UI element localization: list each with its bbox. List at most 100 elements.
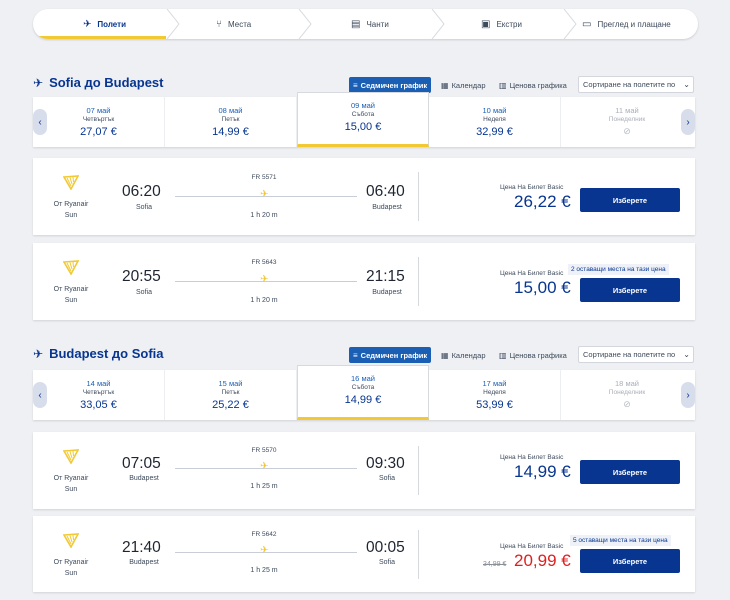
select-flight-button[interactable]: Изберете <box>580 549 680 573</box>
date-label: 09 май <box>351 101 375 110</box>
section-title-text: Budapest до Sofia <box>49 346 164 361</box>
arrival-time: 06:40 <box>366 183 405 200</box>
step-label: Чанти <box>366 19 389 29</box>
weekday-label: Събота <box>351 111 375 118</box>
prev-dates-button[interactable]: ‹ <box>33 382 47 408</box>
ryanair-harp-icon <box>63 260 79 275</box>
sort-select[interactable]: Сортиране на полетите по ⌄ <box>578 346 694 363</box>
departure-city: Sofia <box>136 289 152 296</box>
flight-card: От Ryanair Sun 20:55 Sofia FR 5643 ✈ 1 h… <box>33 243 695 320</box>
arrival-city: Budapest <box>372 289 402 296</box>
section-title-text: Sofia до Budapest <box>49 75 164 90</box>
date-option[interactable]: 17 май Неделя 53,99 € <box>429 370 561 420</box>
price-chart-view-button[interactable]: ▥ Ценова графика <box>495 77 571 93</box>
view-label: Седмичен график <box>360 80 428 90</box>
calendar-icon: ▦ <box>441 350 449 360</box>
step-bags[interactable]: ▤ Чанти <box>351 9 389 39</box>
view-label: Седмичен график <box>360 350 428 360</box>
sort-select[interactable]: Сортиране на полетите по ⌄ <box>578 76 694 93</box>
select-flight-button[interactable]: Изберете <box>580 460 680 484</box>
plane-landing-icon: ✈ <box>33 346 44 361</box>
step-extras[interactable]: ▣ Екстри <box>481 9 522 39</box>
date-price: 14,99 € <box>344 394 382 406</box>
departure-city: Budapest <box>129 475 159 482</box>
departure-city: Sofia <box>136 204 152 211</box>
date-label: 10 май <box>482 106 507 115</box>
outbound-title: ✈ Sofia до Budapest <box>33 75 164 90</box>
arrival-city: Sofia <box>379 475 395 482</box>
flight-card: От Ryanair Sun 07:05 Budapest FR 5570 ✈ … <box>33 432 695 509</box>
ryanair-harp-icon <box>63 449 79 464</box>
select-flight-button[interactable]: Изберете <box>580 278 680 302</box>
date-option[interactable]: 08 май Петък 14,99 € <box>165 97 297 147</box>
unavailable-icon: ⊘ <box>623 399 631 409</box>
flight-duration: 1 h 20 m <box>250 297 278 304</box>
fare-label: Цена На Билет Basic <box>500 454 564 461</box>
weekday-label: Събота <box>351 384 375 391</box>
date-option-disabled: 11 май Понеделник ⊘ <box>561 97 693 147</box>
return-title: ✈ Budapest до Sofia <box>33 346 164 361</box>
date-price: 32,99 € <box>476 126 513 138</box>
step-seats[interactable]: ⑂ Места <box>216 9 251 39</box>
bar-chart-icon: ▥ <box>499 80 507 90</box>
operator-label: От Ryanair Sun <box>53 286 89 304</box>
date-price: 15,00 € <box>344 121 382 133</box>
operator-label: От Ryanair Sun <box>53 475 89 493</box>
step-review-payment[interactable]: ▭ Преглед и плащане <box>582 9 671 39</box>
ryanair-harp-icon <box>63 533 79 548</box>
date-option-selected[interactable]: 09 май Събота 15,00 € <box>297 92 429 147</box>
weekday-label: Понеделник <box>608 389 646 396</box>
chevron-left-icon: ‹ <box>38 389 42 401</box>
step-divider <box>431 9 445 39</box>
weekday-label: Петък <box>221 116 240 123</box>
date-strip: 07 май Четвъртък 27,07 € 08 май Петък 14,99 … <box>33 92 695 147</box>
weekly-view-button[interactable]: ≡ Седмичен график <box>349 347 432 363</box>
booking-stepper: ✈ Полети ⑂ Места ▤ Чанти ▣ Екстри ▭ Прег… <box>33 9 698 39</box>
unavailable-icon: ⊘ <box>623 126 631 136</box>
date-option[interactable]: 14 май Четвъртък 33,05 € <box>33 370 165 420</box>
flight-duration: 1 h 25 m <box>250 483 278 490</box>
flight-number: FR 5571 <box>251 174 277 181</box>
ryanair-harp-icon <box>63 175 79 190</box>
sort-label: Сортиране на полетите по <box>583 350 676 359</box>
operator-label: От Ryanair Sun <box>53 559 89 577</box>
divider <box>418 257 419 306</box>
step-label: Полети <box>97 19 126 29</box>
arrival-city: Budapest <box>372 204 402 211</box>
weekday-label: Неделя <box>483 389 506 396</box>
flight-card: От Ryanair Sun 06:20 Sofia FR 5571 ✈ 1 h… <box>33 158 695 235</box>
departure-city: Budapest <box>129 559 159 566</box>
active-step-indicator <box>33 36 166 39</box>
next-dates-button[interactable]: › <box>681 382 695 408</box>
plane-icon: ✈ <box>83 18 92 30</box>
divider <box>418 172 419 221</box>
flight-number: FR 5643 <box>251 259 277 266</box>
date-price: 27,07 € <box>80 126 117 138</box>
step-flights[interactable]: ✈ Полети <box>83 9 126 39</box>
flight-number: FR 5642 <box>251 531 277 538</box>
arrival-time: 00:05 <box>366 539 405 556</box>
divider <box>418 530 419 579</box>
calendar-view-button[interactable]: ▦ Календар <box>437 77 490 93</box>
date-option[interactable]: 07 май Четвъртък 27,07 € <box>33 97 165 147</box>
view-label: Календар <box>451 80 486 90</box>
price-chart-view-button[interactable]: ▥ Ценова графика <box>495 347 571 363</box>
select-flight-button[interactable]: Изберете <box>580 188 680 212</box>
chevron-down-icon: ⌄ <box>683 80 690 89</box>
date-option-disabled: 18 май Понеделник ⊘ <box>561 370 693 420</box>
calendar-view-button[interactable]: ▦ Календар <box>437 347 490 363</box>
plane-takeoff-icon: ✈ <box>33 75 44 90</box>
step-label: Места <box>228 19 252 29</box>
step-label: Преглед и плащане <box>597 19 671 29</box>
list-icon: ≡ <box>353 80 358 90</box>
next-dates-button[interactable]: › <box>681 109 695 135</box>
date-price: 53,99 € <box>476 399 513 411</box>
weekly-view-button[interactable]: ≡ Седмичен график <box>349 77 432 93</box>
arrival-city: Sofia <box>379 559 395 566</box>
date-option[interactable]: 15 май Петък 25,22 € <box>165 370 297 420</box>
seat-icon: ⑂ <box>216 18 222 30</box>
date-option-selected[interactable]: 16 май Събота 14,99 € <box>297 365 429 420</box>
plane-icon: ✈ <box>260 189 269 200</box>
prev-dates-button[interactable]: ‹ <box>33 109 47 135</box>
date-option[interactable]: 10 май Неделя 32,99 € <box>429 97 561 147</box>
